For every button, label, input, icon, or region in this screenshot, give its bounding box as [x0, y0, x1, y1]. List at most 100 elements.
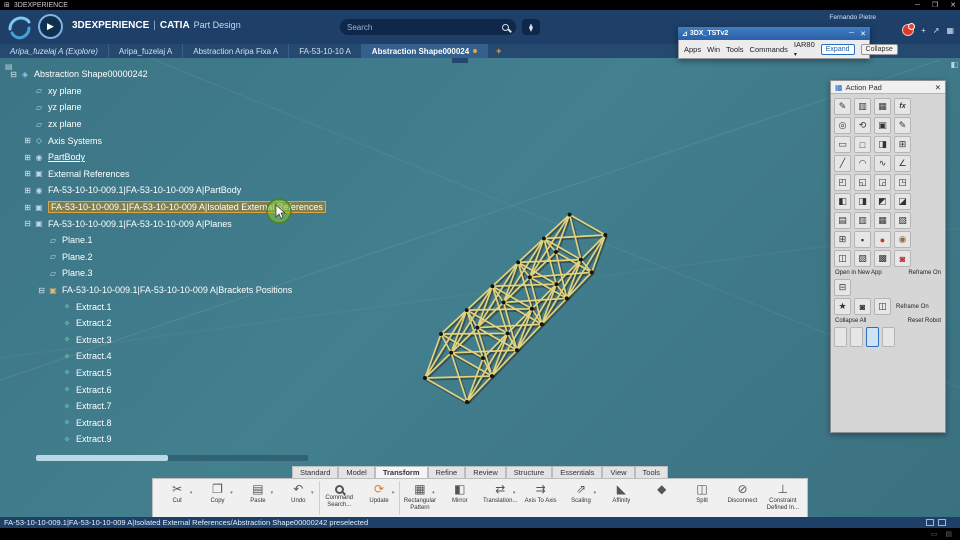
tool-split[interactable]: ◫ Split — [682, 481, 722, 515]
compass-icon[interactable]: ▶ — [38, 14, 63, 39]
pad-label[interactable]: Reset Robot — [908, 318, 941, 324]
pad-tool-icon[interactable]: ◪ — [894, 193, 911, 210]
section-tab-transform[interactable]: Transform — [374, 466, 428, 478]
pad-tool-icon[interactable]: ▭ — [834, 136, 851, 153]
pad-tool-icon[interactable]: ▥ — [854, 212, 871, 229]
pad-tool-icon[interactable]: ◙ — [894, 250, 911, 267]
chevron-down-icon[interactable]: ▾ — [311, 490, 314, 496]
tree-item[interactable]: ✧ Extract.9 — [6, 431, 326, 448]
pad-tool-icon[interactable]: ◲ — [874, 174, 891, 191]
tool-undo[interactable]: ↶ ▾ Undo — [278, 481, 318, 515]
tree-item[interactable]: ✧ Extract.4 — [6, 348, 326, 365]
section-tab-view[interactable]: View — [602, 466, 635, 478]
pad-label[interactable]: Collapse All — [835, 318, 866, 324]
tree-item[interactable]: ▱ xy plane — [6, 83, 326, 100]
tree-item[interactable]: ✧ Extract.1 — [6, 298, 326, 315]
pad-tool-icon[interactable]: ★ — [834, 298, 851, 315]
pad-tool-icon[interactable]: ◱ — [854, 174, 871, 191]
tree-item[interactable]: ✧ Extract.8 — [6, 414, 326, 431]
tab-explore[interactable]: Aripa_fuzelaj A (Explore) — [0, 44, 109, 58]
tool-update[interactable]: ⟳ ▾ Update — [359, 481, 399, 515]
pad-tool-icon[interactable]: ▥ — [854, 98, 871, 115]
tool-affinity[interactable]: ◣ Affinity — [601, 481, 641, 515]
pad-tool-icon[interactable]: ╱ — [834, 155, 851, 172]
pad-tool-icon[interactable]: ▩ — [874, 250, 891, 267]
tool-mirror[interactable]: ◧ Mirror — [440, 481, 480, 515]
menu-tools[interactable]: Tools — [726, 45, 744, 54]
pad-tool-icon[interactable]: ▤ — [834, 212, 851, 229]
tool-transform-tool[interactable]: ◆ — [642, 481, 682, 515]
pad-tool-icon[interactable]: ⊞ — [834, 231, 851, 248]
pad-tool-icon[interactable]: ◩ — [874, 193, 891, 210]
expand-icon[interactable]: ⊞ — [22, 136, 33, 145]
pad-tool-icon[interactable]: ◉ — [894, 231, 911, 248]
section-tab-model[interactable]: Model — [338, 466, 375, 478]
search-icon[interactable] — [502, 23, 509, 31]
tool-command-search[interactable]: Command Search... — [318, 481, 359, 515]
tab-abstraction-shape-active[interactable]: Abstraction Shape000024 — [361, 44, 489, 58]
pad-tool-icon[interactable]: fx — [894, 98, 911, 115]
share-icon[interactable]: ↗ — [933, 26, 940, 35]
pad-tool-icon[interactable]: ◰ — [834, 174, 851, 191]
pad-tool-icon[interactable]: ◫ — [834, 250, 851, 267]
macro-close-button[interactable]: ✕ — [860, 30, 866, 38]
action-pad-titlebar[interactable]: ▦ Action Pad ✕ — [831, 81, 945, 94]
pad-tool-icon[interactable]: ◠ — [854, 155, 871, 172]
pad-tool-icon[interactable]: ▨ — [854, 250, 871, 267]
action-pad-close-button[interactable]: ✕ — [935, 83, 941, 92]
panel-expand-icon[interactable]: ◧ — [950, 60, 958, 69]
pad-tool-icon[interactable]: ▣ — [874, 117, 891, 134]
chevron-down-icon[interactable]: ▾ — [513, 490, 516, 496]
pad-tool-icon[interactable]: ✎ — [894, 117, 911, 134]
pad-tool-icon[interactable]: ◎ — [834, 117, 851, 134]
collapse-icon[interactable]: ⊟ — [36, 286, 47, 295]
collapse-icon[interactable]: ⊟ — [8, 70, 19, 79]
tree-item[interactable]: ✧ Extract.2 — [6, 315, 326, 332]
pad-tool-icon[interactable]: ∿ — [874, 155, 891, 172]
chevron-down-icon[interactable]: ▾ — [230, 490, 233, 496]
menu-iar80[interactable]: IAR80 ▾ — [794, 40, 815, 58]
menu-win[interactable]: Win — [707, 45, 720, 54]
pad-tool-icon[interactable]: □ — [854, 136, 871, 153]
collapse-icon[interactable]: ⊟ — [22, 219, 33, 228]
window-close-button[interactable]: ✕ — [950, 2, 956, 9]
tool-paste[interactable]: ▤ ▾ Paste — [238, 481, 278, 515]
tool-cut[interactable]: ✂ ▾ Cut — [157, 481, 197, 515]
menu-apps[interactable]: Apps — [684, 45, 701, 54]
expand-icon[interactable]: ⊞ — [22, 203, 33, 212]
section-tab-review[interactable]: Review — [465, 466, 506, 478]
pad-toggle-icon[interactable] — [850, 327, 863, 347]
pad-tool-icon[interactable]: ▦ — [874, 98, 891, 115]
macro-window-titlebar[interactable]: ⊿ 3DX_TSTv2 ─ ✕ — [678, 27, 870, 40]
tree-item[interactable]: ✧ Extract.3 — [6, 332, 326, 349]
pad-tool-icon[interactable]: ◨ — [874, 136, 891, 153]
panel-icon[interactable]: ▦ — [946, 26, 954, 35]
tree-item[interactable]: ▱ zx plane — [6, 116, 326, 133]
tool-disconnect[interactable]: ⊘ Disconnect — [722, 481, 762, 515]
chevron-down-icon[interactable]: ▾ — [432, 490, 435, 496]
tree-item[interactable]: ⊟ ◈ Abstraction Shape00000242 — [6, 66, 326, 83]
pad-tool-icon[interactable]: ⊟ — [834, 279, 851, 296]
expand-icon[interactable]: ⊞ — [22, 169, 33, 178]
tree-item[interactable]: ⊞ ▣ External References — [6, 166, 326, 183]
pad-label[interactable]: Reframe On — [908, 270, 941, 276]
pad-tool-icon[interactable]: ▪ — [854, 231, 871, 248]
tree-item[interactable]: ▱ Plane.1 — [6, 232, 326, 249]
pad-tool-icon[interactable]: ⊞ — [894, 136, 911, 153]
pad-tool-icon[interactable]: ◫ — [874, 298, 891, 315]
section-tab-essentials[interactable]: Essentials — [552, 466, 603, 478]
macro-minimize-button[interactable]: ─ — [849, 30, 854, 37]
pad-tool-icon[interactable]: ✎ — [834, 98, 851, 115]
pad-tool-icon[interactable]: ◙ — [854, 298, 871, 315]
tab-fa-53-10-10[interactable]: FA-53-10-10 A — [289, 44, 362, 58]
status-box-icon[interactable] — [926, 519, 934, 526]
tool-translation[interactable]: ⇄ ▾ Translation... — [480, 481, 520, 515]
window-maximize-button[interactable]: ❐ — [932, 2, 938, 9]
section-tab-tools[interactable]: Tools — [634, 466, 669, 478]
tree-item[interactable]: ✧ Extract.6 — [6, 381, 326, 398]
tree-item[interactable]: ⊞ ◉ PartBody — [6, 149, 326, 166]
menu-commands[interactable]: Commands — [750, 45, 788, 54]
tree-item[interactable]: ✧ Extract.7 — [6, 398, 326, 415]
tool-scaling[interactable]: ⇗ ▾ Scaling — [561, 481, 601, 515]
tool-copy[interactable]: ❐ ▾ Copy — [197, 481, 237, 515]
